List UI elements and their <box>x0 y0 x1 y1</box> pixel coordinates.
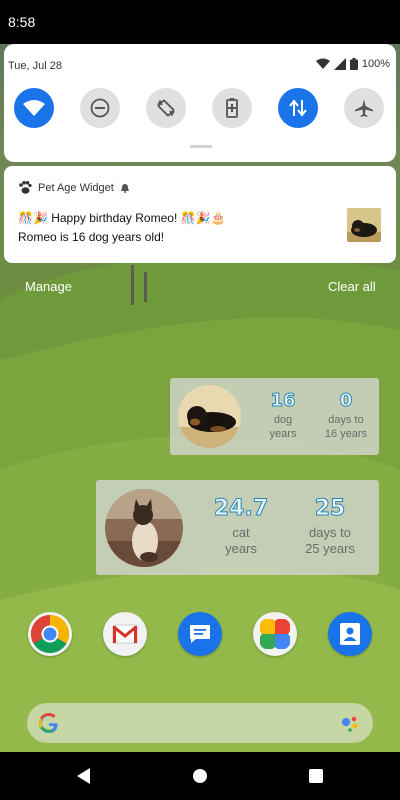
cat-days-column: 25 days to 25 years <box>292 496 368 558</box>
qs-date: Tue, Jul 28 <box>8 60 63 72</box>
dog-years-label: dog years <box>269 414 297 440</box>
do-not-disturb-icon <box>90 98 110 118</box>
cat-age-column: 24.7 cat years <box>212 496 270 558</box>
dog-days-label: days to 16 years <box>324 414 368 440</box>
google-search-bar[interactable] <box>27 703 373 743</box>
home-icon[interactable] <box>190 766 210 786</box>
status-time: 8:58 <box>8 14 36 30</box>
chrome-app-icon[interactable] <box>28 612 72 656</box>
auto-rotate-icon <box>157 99 175 117</box>
google-assistant-icon[interactable] <box>341 715 361 733</box>
dog-age-column: 16 dog years <box>263 390 303 442</box>
airplane-mode-icon <box>355 99 373 117</box>
back-icon[interactable] <box>74 766 94 786</box>
status-bar: 8:58 <box>0 0 400 44</box>
paw-icon <box>19 181 32 194</box>
wifi-icon <box>23 100 45 116</box>
do-not-disturb-tile[interactable] <box>80 88 120 128</box>
airplane-mode-tile[interactable] <box>344 88 384 128</box>
clear-all-button[interactable]: Clear all <box>328 279 376 294</box>
contacts-icon <box>340 623 360 645</box>
notification-header: Pet Age Widget <box>18 181 130 194</box>
cell-signal-icon <box>333 58 346 70</box>
notification-card[interactable]: Pet Age Widget 🎊🎉 Happy birthday Romeo! … <box>4 166 396 263</box>
google-logo-icon <box>39 713 58 733</box>
battery-saver-tile[interactable] <box>212 88 252 128</box>
gmail-icon <box>112 624 138 644</box>
qs-status-icons: 100% <box>315 58 390 70</box>
chrome-icon <box>30 614 70 654</box>
messages-app-icon[interactable] <box>178 612 222 656</box>
notification-title: 🎊🎉 Happy birthday Romeo! 🎊🎉🎂 <box>18 211 226 225</box>
notification-dog-thumbnail <box>347 208 381 242</box>
recents-icon[interactable] <box>306 766 326 786</box>
qs-drag-handle[interactable] <box>190 145 212 148</box>
dog-photo <box>178 385 241 448</box>
dog-years-value: 16 <box>270 390 296 412</box>
auto-rotate-tile[interactable] <box>146 88 186 128</box>
cat-photo <box>105 489 183 567</box>
cat-age-widget[interactable]: 24.7 cat years 25 days to 25 years <box>96 480 379 575</box>
manage-button[interactable]: Manage <box>25 279 72 294</box>
cat-days-label: days to 25 years <box>305 525 355 557</box>
cat-days-value: 25 <box>314 496 346 522</box>
notification-app-name: Pet Age Widget <box>38 181 114 194</box>
cat-years-value: 24.7 <box>213 496 269 522</box>
mobile-data-icon <box>289 99 307 117</box>
wifi-tile[interactable] <box>14 88 54 128</box>
photos-app-icon[interactable] <box>253 612 297 656</box>
contacts-app-icon[interactable] <box>328 612 372 656</box>
photos-icon <box>260 619 290 649</box>
dog-days-column: 0 days to 16 years <box>318 390 374 442</box>
gmail-app-icon[interactable] <box>103 612 147 656</box>
alert-bell-icon <box>120 183 129 193</box>
notification-text: Romeo is 16 dog years old! <box>18 230 165 244</box>
dog-days-value: 0 <box>339 390 353 412</box>
messages-icon <box>190 625 210 643</box>
navigation-bar <box>0 752 400 800</box>
wifi-signal-icon <box>315 58 330 69</box>
battery-percent: 100% <box>361 58 390 70</box>
battery-icon <box>349 58 358 70</box>
quick-settings-panel[interactable]: Tue, Jul 28 100% <box>4 44 396 162</box>
dog-age-widget[interactable]: 16 dog years 0 days to 16 years <box>170 378 379 455</box>
cat-years-label: cat years <box>225 525 257 557</box>
battery-saver-icon <box>226 98 238 118</box>
mobile-data-tile[interactable] <box>278 88 318 128</box>
